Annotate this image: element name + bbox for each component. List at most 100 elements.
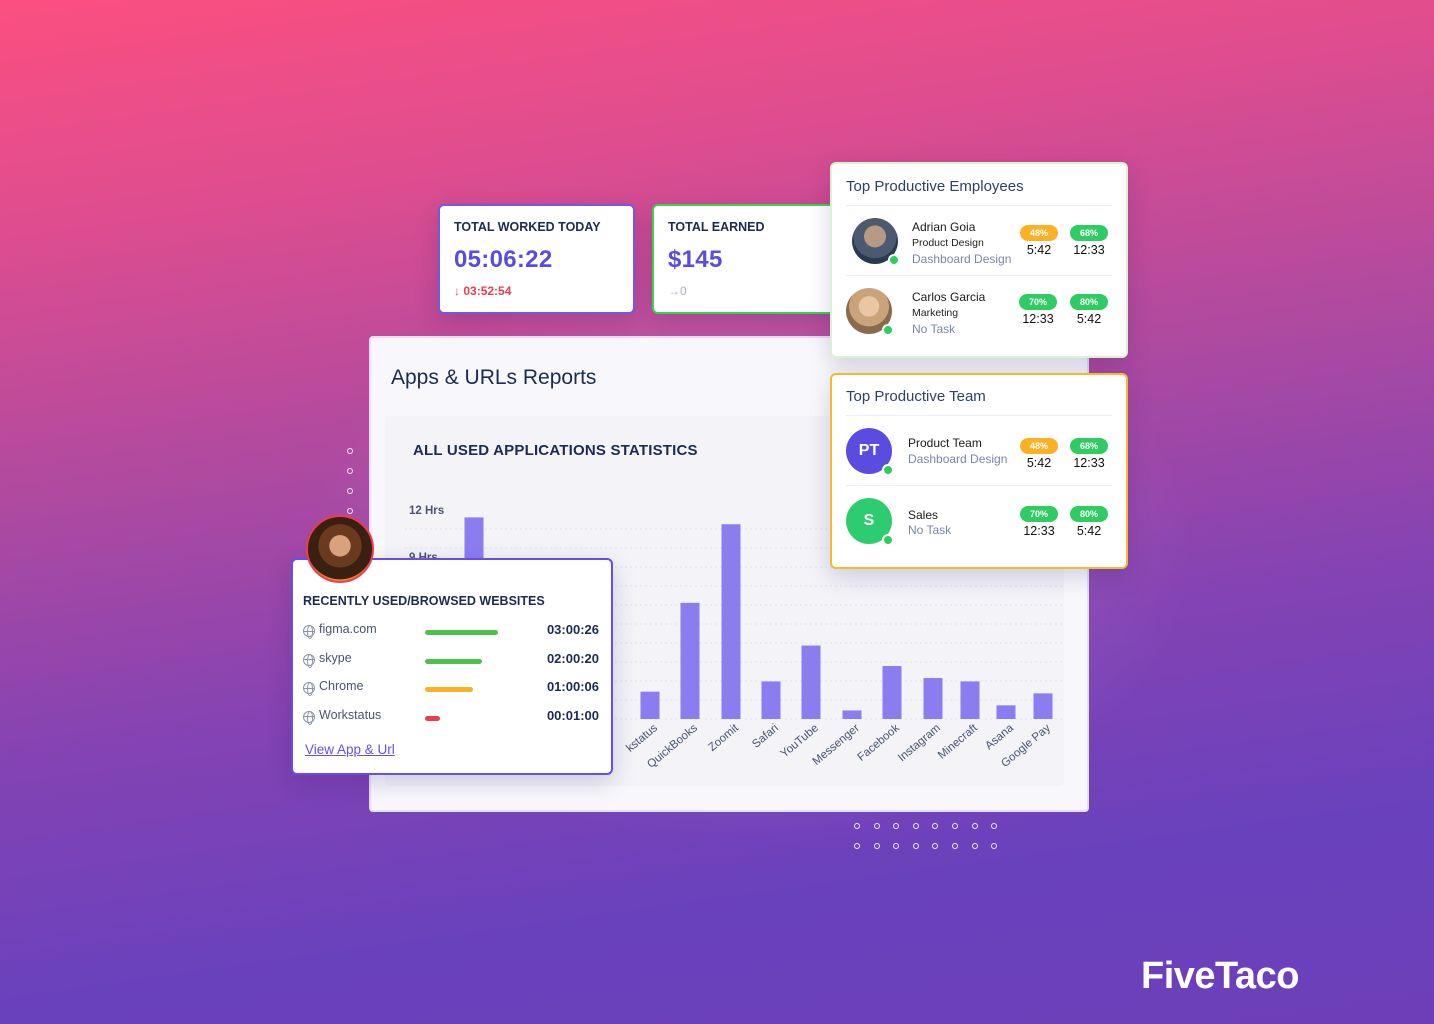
online-status-icon [888, 254, 900, 266]
bar-facebook [882, 666, 902, 719]
website-time: 02:00:20 [546, 650, 599, 666]
usage-bar [425, 715, 440, 721]
website-time: 03:00:26 [546, 622, 599, 637]
decorative-dot [912, 843, 919, 849]
online-status-icon [882, 534, 894, 546]
card-title: Top Productive Employees [846, 178, 1112, 206]
decorative-dot [971, 843, 978, 849]
usage-bar [425, 687, 474, 692]
time-value: 5:42 [1026, 456, 1052, 470]
total-worked-card: TOTAL WORKED TODAY 05:06:22 ↓ 03:52:54 [438, 204, 635, 314]
employee-name: Carlos Garcia [912, 290, 986, 304]
decorative-dot [991, 843, 998, 849]
team-avatar: S [846, 498, 894, 546]
decorative-dot [932, 823, 939, 829]
decorative-dot [991, 823, 998, 829]
decorative-dot [347, 448, 353, 454]
team-avatar: PT [846, 428, 894, 476]
fivetaco-logo: FiveTaco [1141, 955, 1299, 997]
decorative-dot [952, 823, 958, 829]
stat-value: $145 [668, 246, 723, 273]
team-task: No Task [908, 523, 952, 537]
bar-safari [761, 681, 781, 719]
team-row[interactable]: S Sales No Task 70% 12:33 80% 5:42 [846, 486, 1112, 556]
percent-badge: 70% [1019, 294, 1057, 310]
globe-icon [303, 625, 315, 639]
stat-label: TOTAL WORKED TODAY [454, 220, 601, 234]
decorative-dot [347, 488, 353, 494]
percent-badge: 68% [1070, 438, 1108, 454]
globe-icon [303, 682, 315, 696]
x-tick-label: Minecraft [936, 722, 981, 762]
top-employees-card: Top Productive Employees Adrian Goia Pro… [830, 162, 1128, 358]
employee-row[interactable]: Carlos Garcia Marketing No Task 70% 12:3… [846, 276, 1112, 346]
time-value: 12:33 [1073, 456, 1105, 470]
team-task: Dashboard Design [908, 452, 1008, 466]
stat-change: 0 [680, 284, 687, 298]
decorative-dot [854, 823, 860, 829]
website-time: 01:00:06 [546, 679, 599, 694]
card-title: RECENTLY USED/BROWSED WEBSITES [303, 594, 545, 608]
decorative-dot [952, 843, 958, 849]
website-name: figma.com [319, 622, 377, 636]
usage-bar [425, 658, 482, 664]
x-tick-label: Facebook [856, 722, 903, 764]
percent-badge: 48% [1020, 225, 1058, 241]
bar-zoomit [721, 524, 741, 719]
arrow-right-icon: → [668, 284, 680, 298]
x-tick-label: kstatus [624, 722, 660, 755]
total-earned-card: TOTAL EARNED $145 →0 [652, 204, 849, 314]
bar-workstatus [640, 691, 660, 719]
website-name: skype [319, 650, 352, 665]
percent-badge: 68% [1070, 225, 1108, 241]
decorative-dot [912, 823, 919, 829]
team-name: Sales [908, 508, 939, 522]
decorative-dot [932, 843, 939, 849]
team-initials: S [863, 512, 875, 529]
percent-badge: 80% [1070, 506, 1108, 522]
x-tick-label: Asana [983, 722, 1016, 753]
decorative-dot [347, 468, 353, 474]
stat-change: 03:52:54 [463, 284, 512, 298]
website-row[interactable]: Workstatus 00:01:00 [303, 708, 599, 728]
website-row[interactable]: skype 02:00:20 [303, 651, 599, 671]
stat-label: TOTAL EARNED [668, 220, 765, 234]
decorative-dot [854, 843, 860, 849]
employee-name: Adrian Goia [912, 220, 976, 234]
top-team-card: Top Productive Team PT Product Team Dash… [830, 373, 1128, 569]
website-name: Workstatus [319, 707, 382, 722]
recent-websites-card: RECENTLY USED/BROWSED WEBSITES figma.com… [291, 558, 613, 775]
employee-task: No Task [912, 322, 956, 336]
website-row[interactable]: figma.com 03:00:26 [303, 622, 599, 642]
time-value: 5:42 [1076, 312, 1102, 326]
percent-badge: 48% [1020, 438, 1058, 454]
employee-row[interactable]: Adrian Goia Product Design Dashboard Des… [846, 206, 1112, 276]
website-time: 00:01:00 [546, 707, 599, 723]
bar-instagram [923, 678, 943, 719]
online-status-icon [882, 464, 894, 476]
bar-youtube [801, 645, 821, 719]
website-row[interactable]: Chrome 01:00:06 [303, 679, 599, 699]
bar-messenger [842, 710, 862, 719]
x-tick-label: Safari [750, 722, 781, 751]
decorative-dot [971, 823, 978, 829]
team-row[interactable]: PT Product Team Dashboard Design 48% 5:4… [846, 416, 1112, 486]
arrow-down-icon: ↓ [454, 284, 460, 298]
decorative-dot [873, 843, 880, 849]
stat-value: 05:06:22 [454, 246, 553, 273]
x-tick-label: Instagram [896, 722, 943, 764]
x-tick-label: Zoomit [706, 722, 741, 754]
employee-dept: Marketing [912, 307, 959, 319]
y-tick-label: 12 Hrs [409, 505, 444, 517]
decorative-dot [873, 823, 880, 829]
view-app-url-link[interactable]: View App & Url [305, 742, 395, 757]
bar-minecraft [960, 681, 980, 719]
bar-google-pay [1033, 693, 1053, 719]
decorative-dot [347, 508, 353, 514]
online-status-icon [882, 324, 894, 336]
employee-task: Dashboard Design [912, 252, 1012, 266]
employee-dept: Product Design [912, 237, 984, 249]
card-title: Top Productive Team [846, 388, 1112, 416]
avatar [852, 218, 900, 266]
team-name: Product Team [908, 436, 982, 450]
